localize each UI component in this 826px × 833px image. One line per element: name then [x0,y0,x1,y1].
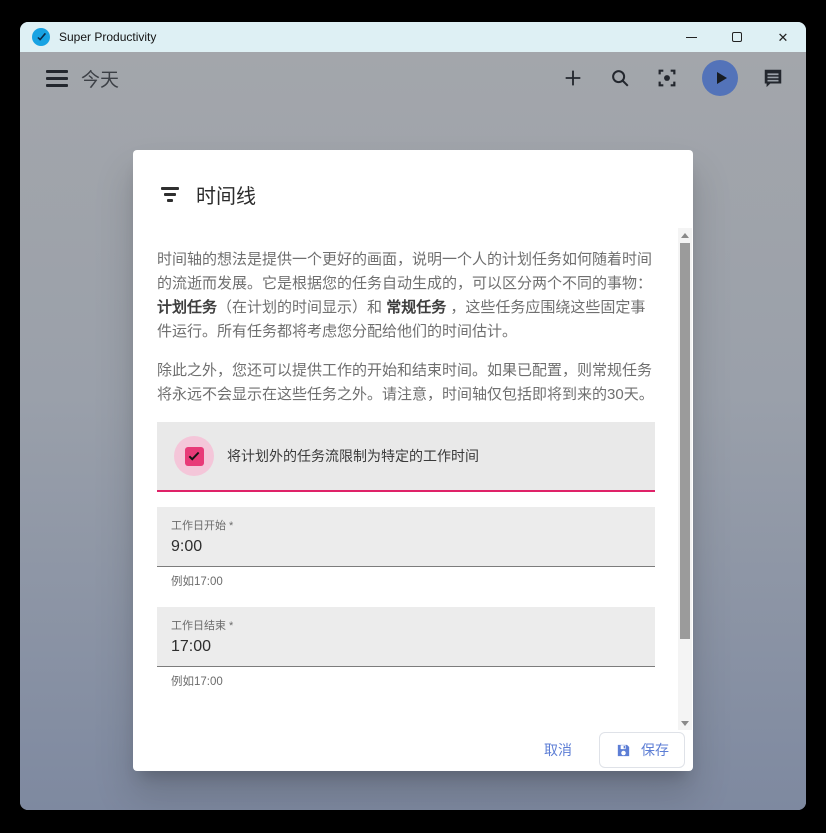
dialog-scroll-area[interactable]: 时间轴的想法是提供一个更好的画面，说明一个人的计划任务如何随着时间的流逝而发展。… [133,228,693,730]
scroll-down-icon[interactable] [678,716,692,730]
close-button[interactable]: ✕ [760,22,806,52]
cancel-button[interactable]: 取消 [527,732,589,768]
notes-icon[interactable] [761,66,785,90]
close-icon: ✕ [778,31,789,44]
timeline-filter-icon [160,187,180,202]
menu-icon[interactable] [46,68,68,89]
screenshot-stage: Super Productivity ✕ 今天 [0,0,826,833]
intro-bold-planned-tasks: 计划任务 [157,299,217,316]
app-logo-icon [32,28,50,46]
minimize-icon [686,37,697,38]
dialog-scrollbar[interactable] [678,228,692,730]
page-title: 今天 [81,65,561,92]
maximize-icon [732,32,742,42]
search-icon[interactable] [608,66,632,90]
checkbox-checked-icon[interactable] [185,447,204,466]
dialog-title: 时间线 [196,180,256,209]
minimize-button[interactable] [668,22,714,52]
work-end-value[interactable]: 17:00 [171,638,655,656]
window-controls: ✕ [668,22,806,52]
toolbar-actions [561,60,785,96]
window-titlebar: Super Productivity ✕ [20,22,806,52]
note-paragraph: 除此之外，您还可以提供工作的开始和结束时间。如果已配置，则常规任务将永远不会显示… [157,359,655,407]
intro-bold-regular-tasks: 常规任务 [386,299,446,316]
dialog-actions: 取消 保存 [133,730,693,771]
intro-text: （在计划的时间显示）和 [217,299,386,316]
save-button-label: 保存 [641,740,669,760]
play-button[interactable] [702,60,738,96]
save-icon [615,742,632,759]
work-end-field[interactable]: 工作日结束 * 17:00 [157,607,655,667]
work-end-hint: 例如17:00 [171,673,655,689]
work-start-field[interactable]: 工作日开始 * 9:00 [157,507,655,567]
work-start-label: 工作日开始 * [171,517,655,533]
dialog-header: 时间线 [133,150,693,228]
app-content-dimmed: 今天 [20,52,806,810]
intro-paragraph: 时间轴的想法是提供一个更好的画面，说明一个人的计划任务如何随着时间的流逝而发展。… [157,248,655,344]
scrollbar-thumb[interactable] [680,243,690,639]
app-window: Super Productivity ✕ 今天 [20,22,806,810]
scroll-up-icon[interactable] [678,228,692,242]
checkbox-ripple [174,436,214,476]
window-title: Super Productivity [59,30,668,44]
add-task-icon[interactable] [561,66,585,90]
checkbox-label: 将计划外的任务流限制为特定的工作时间 [227,446,479,466]
timeline-dialog: 时间线 时间轴的想法是提供一个更好的画面，说明一个人的计划任务如何随着时间的流逝… [133,150,693,771]
app-toolbar: 今天 [20,52,806,104]
work-start-value[interactable]: 9:00 [171,538,655,556]
maximize-button[interactable] [714,22,760,52]
work-end-label: 工作日结束 * [171,617,655,633]
work-hours-checkbox-row[interactable]: 将计划外的任务流限制为特定的工作时间 [157,422,655,492]
save-button[interactable]: 保存 [599,732,685,768]
focus-mode-icon[interactable] [655,66,679,90]
intro-text: 时间轴的想法是提供一个更好的画面，说明一个人的计划任务如何随着时间的流逝而发展。… [157,251,652,292]
work-start-hint: 例如17:00 [171,573,655,589]
